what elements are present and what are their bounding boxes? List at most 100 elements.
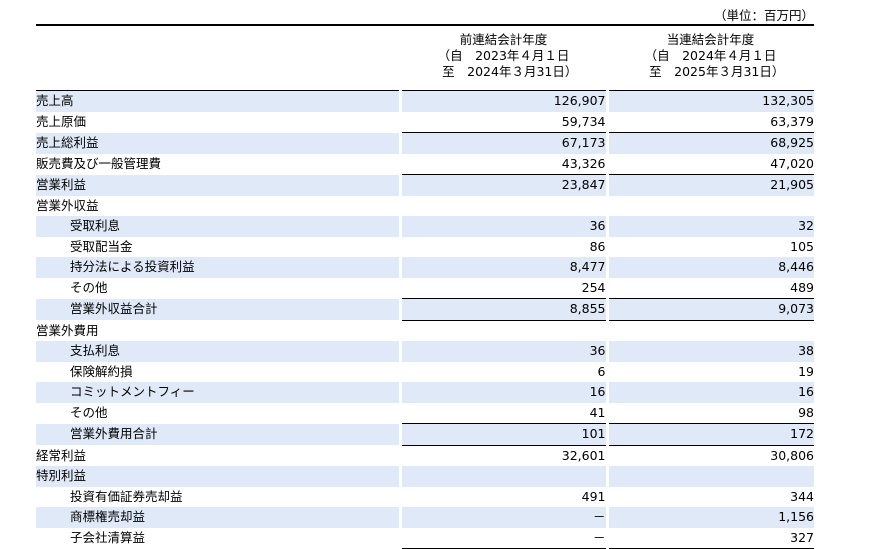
prev-year-to: 至 2024年３月31日） [429,64,578,79]
row-gross-profit: 売上総利益 67,173 68,925 [36,132,814,154]
income-statement-table: 前連結会計年度 （自 2023年４月１日 至 2024年３月31日） 当連結会計… [36,24,814,549]
row-value-prev: 32,601 [400,445,609,466]
row-label: 支払利息 [36,341,402,362]
row-label: 売上原価 [36,111,402,133]
row-insurance-cancellation-loss: 保険解約損 6 19 [36,361,814,382]
row-value-cur: 327 [607,527,814,549]
cur-year-to: 至 2025年３月31日） [636,64,785,79]
row-ordinary-profit: 経常利益 32,601 30,806 [36,445,814,466]
row-label: 営業外費用 [36,320,402,341]
row-value-prev: 491 [400,486,609,507]
row-value-prev: － [400,527,609,549]
header-prev-year: 前連結会計年度 （自 2023年４月１日 至 2024年３月31日） [400,24,607,91]
row-label: 特別利益 [36,466,402,487]
row-label: 子会社清算益 [36,527,402,549]
row-commitment-fee: コミットメントフィー 16 16 [36,382,814,403]
header-blank [36,24,400,91]
row-value-prev [400,466,609,487]
row-label: 保険解約損 [36,361,402,382]
row-label: 売上高 [36,90,402,112]
row-label: その他 [36,277,402,299]
row-label: 営業外収益 [36,195,402,216]
row-value-cur: 16 [607,382,814,403]
row-dividend-income: 受取配当金 86 105 [36,236,814,257]
row-non-operating-expenses-total: 営業外費用合計 101 172 [36,423,814,446]
row-value-cur: 38 [607,341,814,362]
row-label: 持分法による投資利益 [36,257,402,278]
row-value-cur: 63,379 [607,111,814,133]
row-label: 営業外費用合計 [36,423,402,445]
row-interest-income: 受取利息 36 32 [36,216,814,237]
row-value-cur: 172 [607,423,814,446]
row-other-expenses: その他 41 98 [36,402,814,424]
row-value-cur: 32 [607,216,814,237]
row-value-prev: 8,477 [400,257,609,278]
row-label: 投資有価証券売却益 [36,486,402,507]
row-gain-on-sale-of-securities: 投資有価証券売却益 491 344 [36,486,814,507]
row-value-cur [607,320,814,341]
row-label: 販売費及び一般管理費 [36,153,402,175]
row-gain-on-liquidation-of-subsidiary: 子会社清算益 － 327 [36,527,814,549]
row-value-cur: 132,305 [607,90,814,112]
row-value-cur: 30,806 [770,447,814,463]
row-label: コミットメントフィー [36,382,402,403]
row-sga-expenses: 販売費及び一般管理費 43,326 47,020 [36,153,814,175]
row-value-cur: 47,020 [607,153,814,175]
row-operating-profit: 営業利益 23,847 21,905 [36,174,814,196]
row-label: 商標権売却益 [36,507,402,528]
row-value-cur: 98 [607,402,814,424]
row-other-income: その他 254 489 [36,277,814,299]
row-interest-expense: 支払利息 36 38 [36,341,814,362]
row-value-prev: 59,734 [400,111,609,133]
unit-label: （単位：百万円） [713,8,814,23]
row-value-cur [607,466,814,487]
prev-year-from: （自 2023年４月１日 [437,48,570,63]
row-label: その他 [36,402,402,424]
header-cur-year: 当連結会計年度 （自 2024年４月１日 至 2025年３月31日） [607,24,814,91]
row-label: 営業外収益合計 [36,298,402,320]
row-value-cur: 105 [790,238,814,254]
row-value-prev: 36 [400,216,609,237]
row-non-operating-income-total: 営業外収益合計 8,855 9,073 [36,298,814,321]
row-value-prev [400,320,609,341]
row-value-cur: 21,905 [607,174,814,196]
row-value-cur: 1,156 [607,507,814,528]
row-value-prev: 67,173 [400,132,609,154]
row-value-prev: 86 [400,236,609,257]
row-value-cur: 68,925 [607,132,814,154]
row-equity-method-income: 持分法による投資利益 8,477 8,446 [36,257,814,278]
cur-year-from: （自 2024年４月１日 [644,48,777,63]
row-net-sales: 売上高 126,907 132,305 [36,90,814,112]
row-value-cur: 9,073 [607,298,814,321]
row-value-cur: 344 [790,488,814,504]
row-value-prev [400,195,609,216]
row-extraordinary-income: 特別利益 [36,466,814,487]
row-value-prev: 36 [400,341,609,362]
row-non-operating-income: 営業外収益 [36,195,814,217]
row-cost-of-sales: 売上原価 59,734 63,379 [36,111,814,133]
row-label: 経常利益 [36,445,402,466]
row-value-prev: 43,326 [400,153,609,175]
row-value-prev: 8,855 [400,298,609,321]
row-value-prev: 254 [400,277,609,299]
row-value-prev: － [400,507,609,528]
row-label: 営業利益 [36,174,402,196]
row-value-prev: 6 [400,361,609,382]
row-non-operating-expenses: 営業外費用 [36,320,814,341]
row-gain-on-sale-of-trademark: 商標権売却益 － 1,156 [36,507,814,528]
row-value-cur [607,196,814,217]
row-value-prev: 126,907 [400,90,609,112]
row-label: 受取配当金 [36,236,402,257]
row-label: 売上総利益 [36,132,402,154]
row-value-cur: 8,446 [607,257,814,278]
row-value-prev: 101 [400,423,609,446]
prev-year-title: 前連結会計年度 [459,32,548,47]
row-value-prev: 16 [400,382,609,403]
row-value-cur: 489 [607,277,814,299]
row-value-prev: 23,847 [400,174,609,196]
header-row: 前連結会計年度 （自 2023年４月１日 至 2024年３月31日） 当連結会計… [36,24,814,91]
row-value-cur: 19 [798,363,814,379]
row-value-prev: 41 [400,402,609,424]
row-label: 受取利息 [36,216,402,237]
cur-year-title: 当連結会計年度 [666,32,755,47]
